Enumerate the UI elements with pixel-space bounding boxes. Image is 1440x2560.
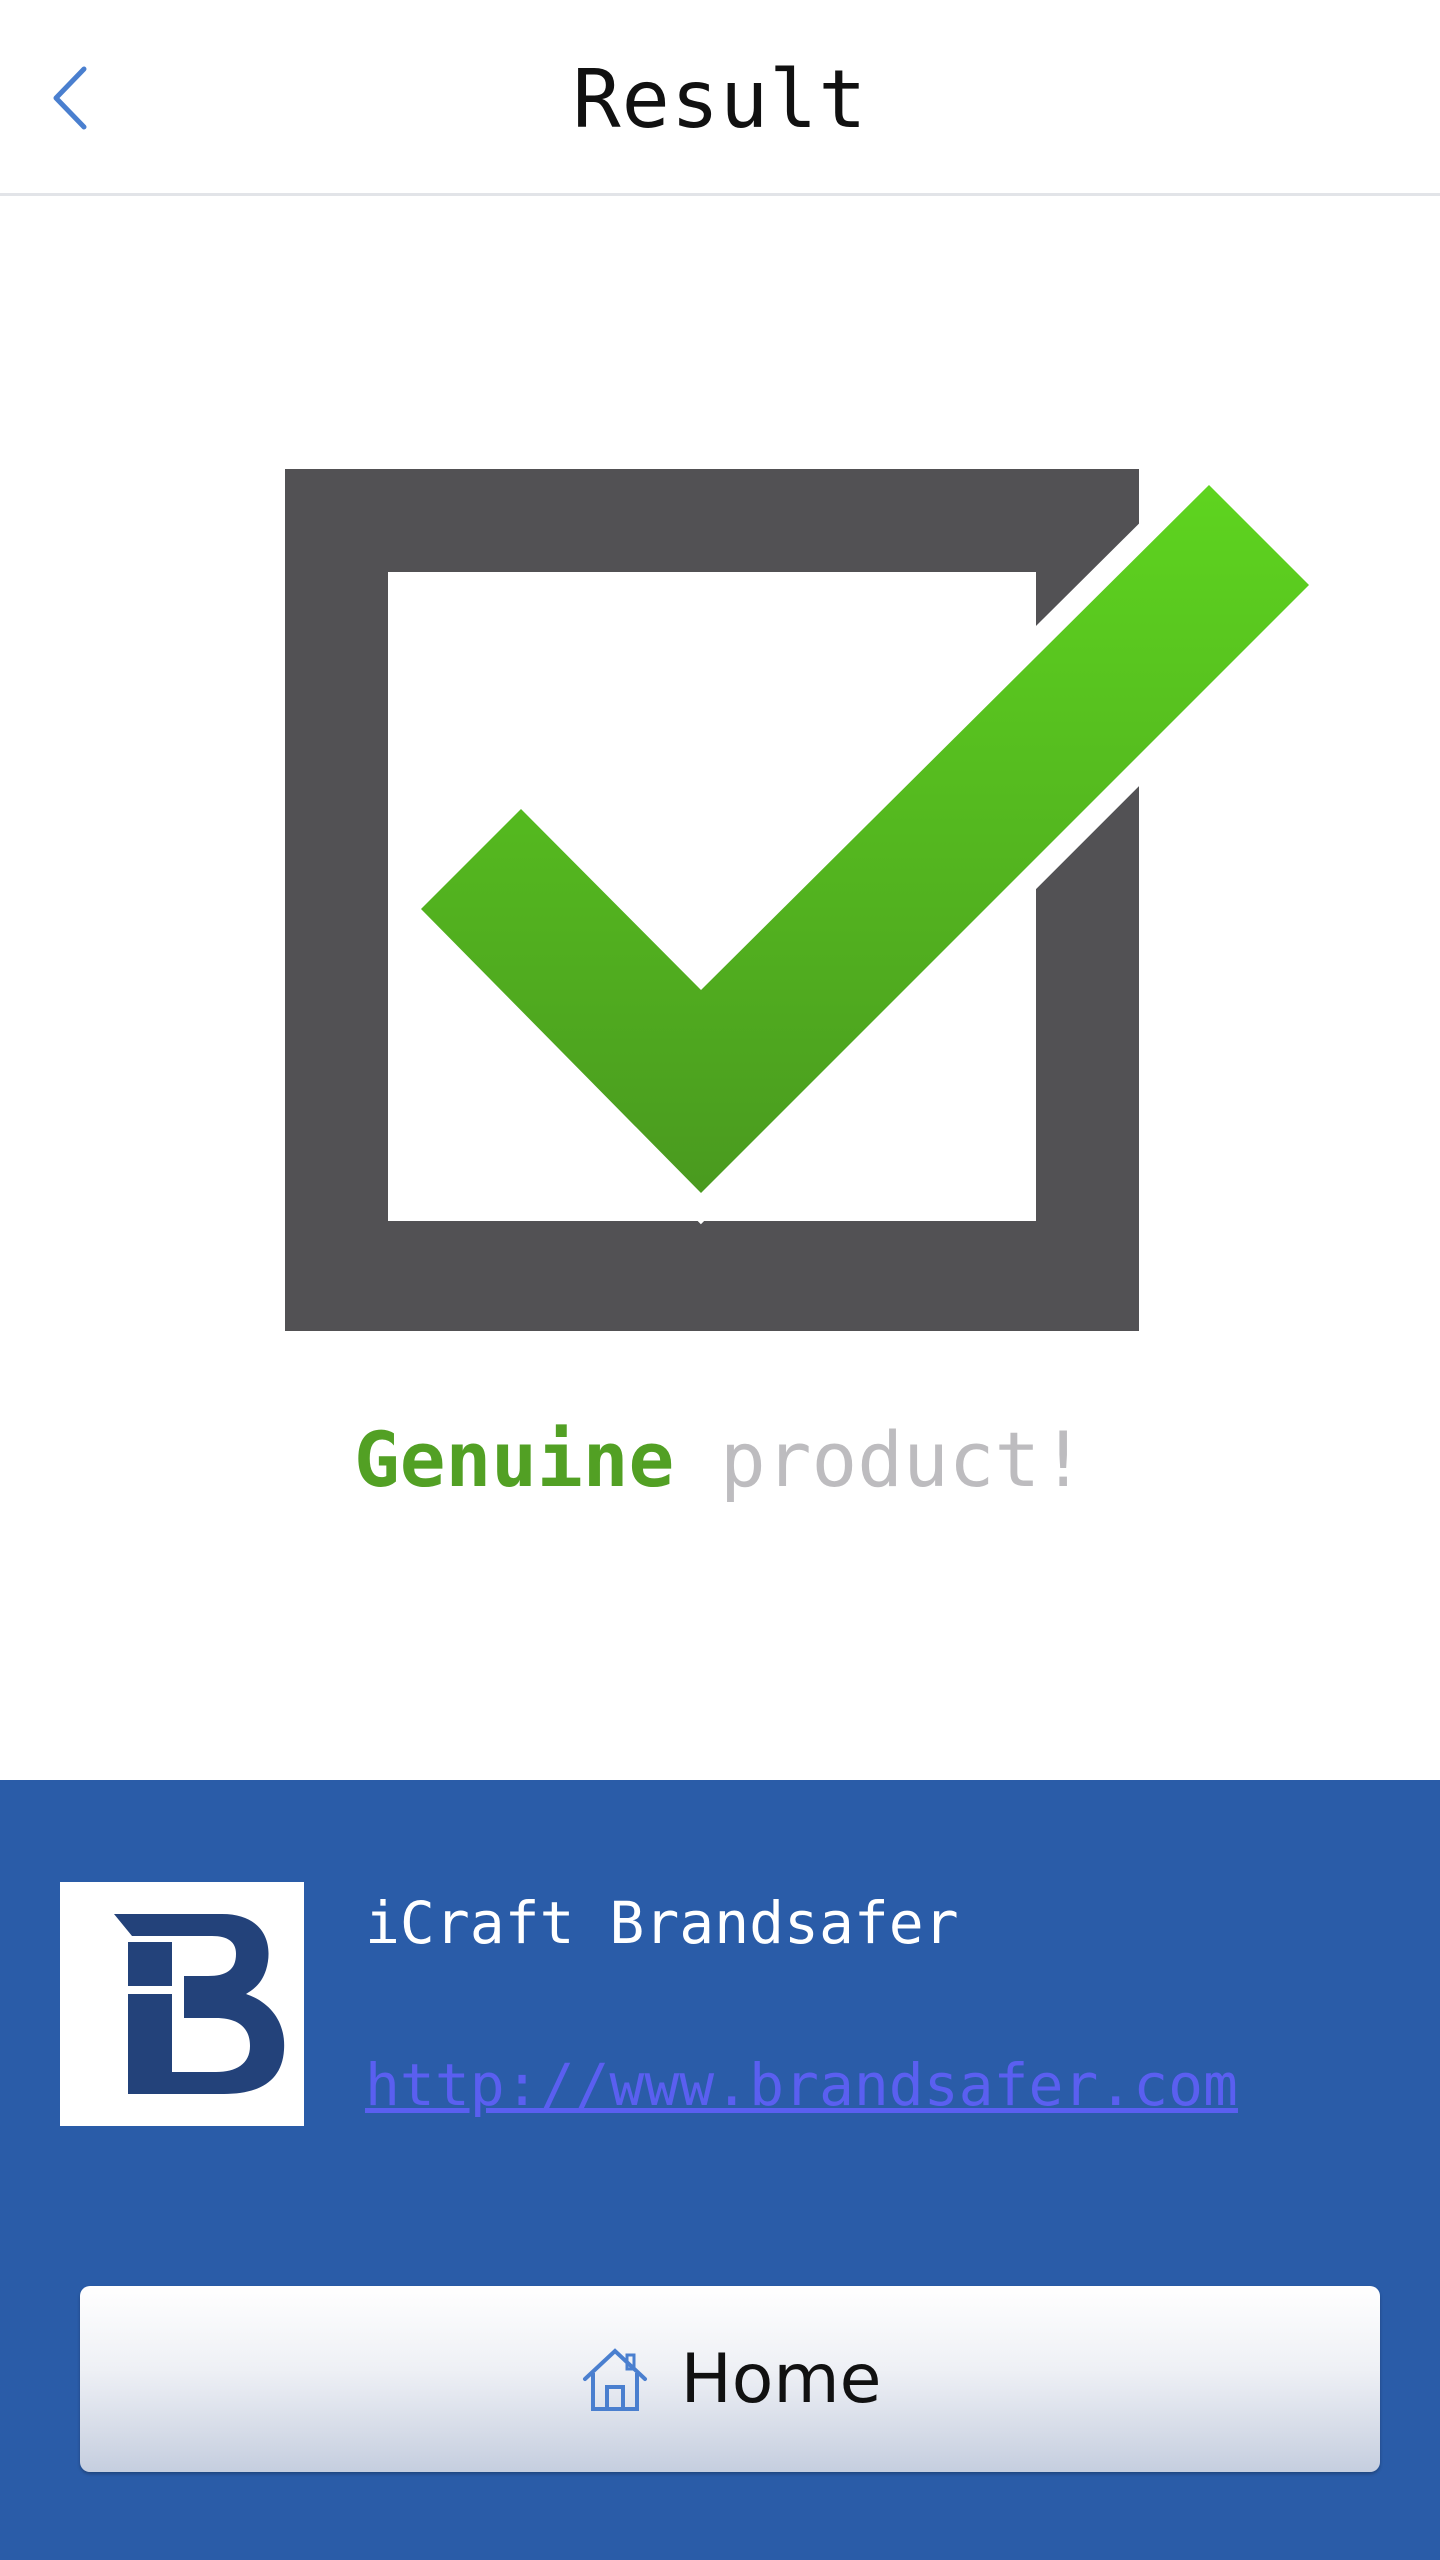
brand-website-link[interactable]: http://www.brandsafer.com xyxy=(365,2050,1238,2120)
result-status-rest: product! xyxy=(720,1415,1087,1504)
result-message: Genuine product! xyxy=(0,1410,1440,1510)
header-bar: Result xyxy=(0,0,1440,196)
home-icon xyxy=(582,2348,647,2411)
brandsafer-logo-icon xyxy=(114,1914,285,2094)
home-button[interactable]: Home xyxy=(80,2286,1380,2472)
page-title: Result xyxy=(572,53,868,146)
brand-name: iCraft Brandsafer xyxy=(365,1889,959,1957)
result-screen: Result Genuine product! iCraft Brandsafe… xyxy=(0,0,1440,2560)
brand-footer: iCraft Brandsafer http://www.brandsafer.… xyxy=(0,1780,1440,2560)
result-status-word: Genuine xyxy=(353,1415,675,1504)
brand-logo xyxy=(60,1882,304,2126)
home-button-label: Home xyxy=(680,2339,882,2419)
checkbox-checked-icon xyxy=(285,465,1315,1331)
